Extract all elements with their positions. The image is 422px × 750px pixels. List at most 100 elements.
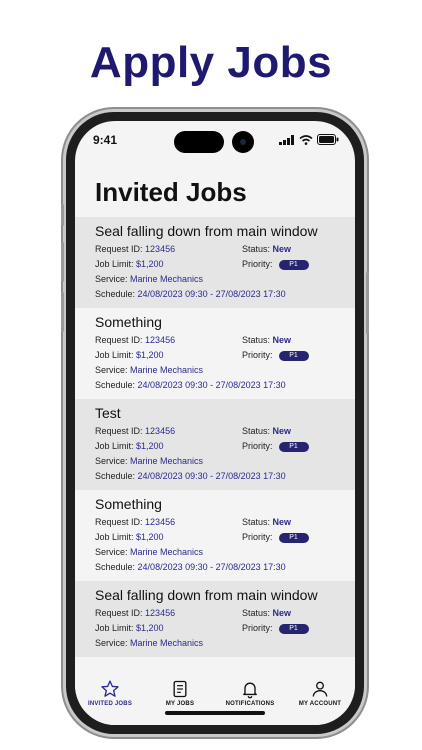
status-label: Status: — [242, 335, 271, 345]
job-list[interactable]: Seal falling down from main window Reque… — [75, 217, 355, 673]
tab-label: NOTIFICATIONS — [225, 701, 275, 707]
priority-badge: P1 — [278, 623, 309, 634]
mute-switch — [61, 204, 64, 226]
priority-badge: P1 — [278, 259, 309, 270]
tab-my-account[interactable]: MY ACCOUNT — [285, 679, 355, 707]
schedule-value: 24/08/2023 09:30 - 27/08/2023 17:30 — [137, 289, 286, 299]
schedule-value: 24/08/2023 09:30 - 27/08/2023 17:30 — [137, 471, 286, 481]
priority-label: Priority: — [242, 441, 273, 451]
home-indicator — [165, 711, 265, 715]
job-row: Service: Marine Mechanics — [95, 454, 335, 469]
priority-label: Priority: — [242, 623, 273, 633]
schedule-label: Schedule: — [95, 380, 136, 390]
job-title: Test — [95, 405, 121, 421]
schedule-value: 24/08/2023 09:30 - 27/08/2023 17:30 — [137, 380, 286, 390]
request-id-label: Request ID: — [95, 517, 143, 527]
service-value: Marine Mechanics — [130, 274, 204, 284]
service-value: Marine Mechanics — [130, 365, 204, 375]
status-label: Status: — [242, 426, 271, 436]
job-limit-value: $1,200 — [136, 259, 164, 269]
job-row: Schedule: 24/08/2023 09:30 - 27/08/2023 … — [95, 378, 335, 393]
priority-label: Priority: — [242, 532, 273, 542]
service-label: Service: — [95, 547, 128, 557]
job-row: Job Limit: $1,200 Priority: P1 — [95, 621, 335, 636]
service-label: Service: — [95, 456, 128, 466]
job-limit-label: Job Limit: — [95, 532, 134, 542]
job-limit-value: $1,200 — [136, 350, 164, 360]
job-card[interactable]: Test Request ID: 123456 Status: New Job … — [75, 399, 355, 490]
job-row: Job Limit: $1,200 Priority: P1 — [95, 348, 335, 363]
status-label: Status: — [242, 517, 271, 527]
status-value: New — [272, 608, 292, 618]
job-row: Request ID: 123456 Status: New — [95, 333, 335, 348]
job-row: Service: Marine Mechanics — [95, 545, 335, 560]
service-value: Marine Mechanics — [130, 547, 204, 557]
job-row: Schedule: 24/08/2023 09:30 - 27/08/2023 … — [95, 469, 335, 484]
power-button — [366, 272, 369, 334]
request-id-label: Request ID: — [95, 608, 143, 618]
signal-icon — [279, 134, 294, 145]
job-limit-value: $1,200 — [136, 532, 164, 542]
job-limit-label: Job Limit: — [95, 259, 134, 269]
bell-icon — [243, 682, 257, 699]
tab-label: MY ACCOUNT — [298, 701, 342, 707]
job-card[interactable]: Something Request ID: 123456 Status: New… — [75, 308, 355, 399]
job-card[interactable]: Seal falling down from main window Reque… — [75, 581, 355, 657]
priority-badge: P1 — [278, 532, 309, 543]
star-icon — [101, 680, 119, 697]
volume-down-button — [61, 292, 64, 332]
promo-headline: Apply Jobs — [89, 38, 333, 87]
service-label: Service: — [95, 365, 128, 375]
document-icon — [173, 680, 187, 698]
front-camera — [232, 131, 254, 153]
job-row: Request ID: 123456 Status: New — [95, 606, 335, 621]
dynamic-island — [174, 131, 224, 153]
user-icon — [312, 681, 328, 697]
schedule-label: Schedule: — [95, 471, 136, 481]
job-row: Service: Marine Mechanics — [95, 272, 335, 287]
job-limit-value: $1,200 — [136, 623, 164, 633]
priority-label: Priority: — [242, 259, 273, 269]
tab-notifications[interactable]: NOTIFICATIONS — [215, 679, 285, 707]
service-value: Marine Mechanics — [130, 638, 204, 648]
bottom-tab-bar: INVITED JOBS MY JOBS NOTIFICATIONS MY AC… — [75, 673, 355, 725]
schedule-label: Schedule: — [95, 289, 136, 299]
job-row: Job Limit: $1,200 Priority: P1 — [95, 530, 335, 545]
priority-badge: P1 — [278, 441, 309, 452]
app-screen: 9:41 Invited Jobs Seal falling down from… — [75, 121, 355, 725]
service-value: Marine Mechanics — [130, 456, 204, 466]
request-id-label: Request ID: — [95, 244, 143, 254]
schedule-value: 24/08/2023 09:30 - 27/08/2023 17:30 — [137, 562, 286, 572]
job-row: Job Limit: $1,200 Priority: P1 — [95, 257, 335, 272]
volume-up-button — [61, 242, 64, 282]
job-limit-label: Job Limit: — [95, 350, 134, 360]
job-row: Job Limit: $1,200 Priority: P1 — [95, 439, 335, 454]
job-card[interactable]: Something Request ID: 123456 Status: New… — [75, 490, 355, 581]
status-time: 9:41 — [93, 133, 118, 147]
job-row: Schedule: 24/08/2023 09:30 - 27/08/2023 … — [95, 287, 335, 302]
job-title: Something — [95, 496, 162, 512]
priority-badge: P1 — [278, 350, 309, 361]
tab-my-jobs[interactable]: MY JOBS — [145, 679, 215, 707]
job-row: Service: Marine Mechanics — [95, 636, 335, 651]
request-id-value: 123456 — [145, 517, 176, 527]
job-limit-value: $1,200 — [136, 441, 164, 451]
job-limit-label: Job Limit: — [95, 441, 134, 451]
job-card[interactable]: Seal falling down from main window Reque… — [75, 217, 355, 308]
battery-icon — [317, 134, 339, 145]
status-bar: 9:41 — [75, 121, 355, 161]
status-value: New — [272, 244, 292, 254]
job-row: Request ID: 123456 Status: New — [95, 424, 335, 439]
request-id-value: 123456 — [145, 426, 176, 436]
status-label: Status: — [242, 608, 271, 618]
schedule-label: Schedule: — [95, 562, 136, 572]
tab-invited-jobs[interactable]: INVITED JOBS — [75, 679, 145, 707]
request-id-value: 123456 — [145, 335, 176, 345]
priority-label: Priority: — [242, 350, 273, 360]
job-row: Request ID: 123456 Status: New — [95, 515, 335, 530]
status-label: Status: — [242, 244, 271, 254]
service-label: Service: — [95, 274, 128, 284]
phone-frame: 9:41 Invited Jobs Seal falling down from… — [61, 112, 369, 734]
job-limit-label: Job Limit: — [95, 623, 134, 633]
status-value: New — [272, 517, 292, 527]
